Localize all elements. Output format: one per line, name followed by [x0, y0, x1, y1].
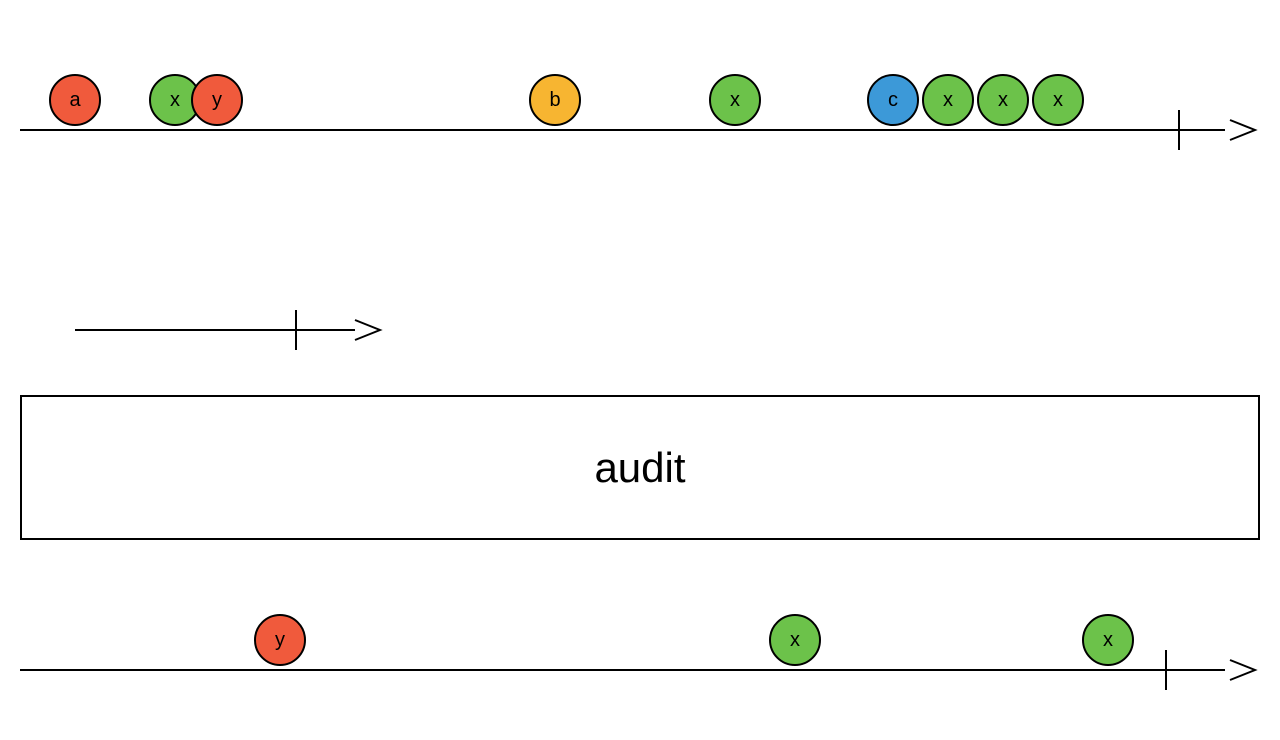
result-timeline [20, 640, 1260, 700]
marble-label: y [275, 629, 285, 652]
marble-label: b [549, 89, 560, 112]
timeline-line [20, 129, 1225, 131]
marble-a: a [49, 74, 101, 126]
operator-box: audit [20, 395, 1260, 540]
arrow-icon [1225, 650, 1265, 690]
marble-x: x [977, 74, 1029, 126]
timeline-line [20, 669, 1225, 671]
marble-label: x [943, 89, 953, 112]
marble-x: x [709, 74, 761, 126]
marble-label: a [69, 89, 80, 112]
marble-c: c [867, 74, 919, 126]
complete-tick [1165, 650, 1167, 690]
marble-y: y [191, 74, 243, 126]
marble-y: y [254, 614, 306, 666]
marble-x: x [1032, 74, 1084, 126]
marble-label: x [1053, 89, 1063, 112]
marble-x: x [922, 74, 974, 126]
marble-x: x [769, 614, 821, 666]
marble-x: x [1082, 614, 1134, 666]
complete-tick [295, 310, 297, 350]
marble-label: x [170, 89, 180, 112]
operator-label: audit [594, 444, 685, 492]
arrow-icon [1225, 110, 1265, 150]
marble-label: c [888, 89, 898, 112]
marble-label: x [998, 89, 1008, 112]
marble-b: b [529, 74, 581, 126]
marble-label: x [730, 89, 740, 112]
marble-label: x [790, 629, 800, 652]
complete-tick [1178, 110, 1180, 150]
timeline-line [75, 329, 355, 331]
duration-timeline [0, 300, 400, 360]
marble-label: y [212, 89, 222, 112]
marble-label: x [1103, 629, 1113, 652]
arrow-icon [350, 310, 390, 350]
